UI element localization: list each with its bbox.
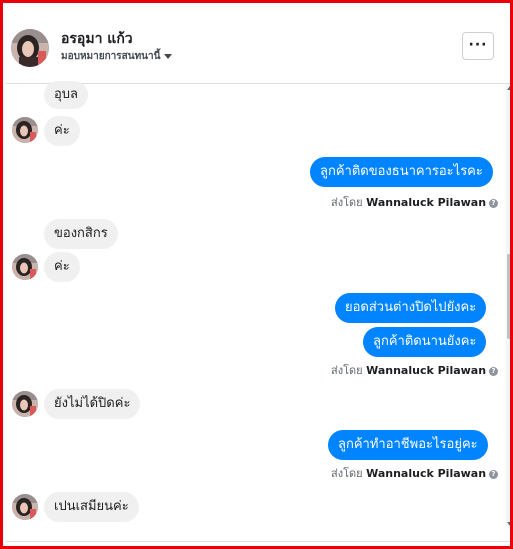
chevron-down-icon <box>164 53 173 59</box>
message-incoming: อุบล <box>44 81 89 109</box>
message-incoming: เปนเสมียนค่ะ <box>44 492 139 522</box>
avatar[interactable] <box>12 391 38 417</box>
sent-by-line: ส่งโดย Wannaluck Pilawan? <box>331 361 499 379</box>
assign-conversation-dropdown[interactable]: มอบหมายการสนทนานี้ <box>61 49 173 64</box>
sent-by-prefix: ส่งโดย <box>331 364 363 377</box>
message-incoming: ของกสิกร <box>44 219 118 249</box>
message-outgoing: ยอดส่วนต่างปิดไปยังคะ <box>335 293 487 323</box>
more-options-button[interactable]: ··· <box>462 32 494 60</box>
agent-name[interactable]: Wannaluck Pilawan <box>366 364 486 377</box>
more-horizontal-icon: ··· <box>468 37 488 53</box>
scroll-thumb[interactable] <box>507 254 510 339</box>
sent-by-line: ส่งโดย Wannaluck Pilawan? <box>331 464 499 482</box>
question-circle-icon[interactable]: ? <box>489 366 499 376</box>
avatar[interactable] <box>12 117 38 143</box>
sent-by-prefix: ส่งโดย <box>331 467 363 480</box>
agent-name[interactable]: Wannaluck Pilawan <box>366 467 486 480</box>
assign-conversation-label: มอบหมายการสนทนานี้ <box>61 51 161 62</box>
message-scrollbar[interactable] <box>506 84 510 528</box>
avatar[interactable] <box>11 29 49 67</box>
message-incoming: ค่ะ <box>44 252 80 282</box>
sent-by-line: ส่งโดย Wannaluck Pilawan? <box>331 193 499 211</box>
question-circle-icon[interactable]: ? <box>489 198 499 208</box>
question-circle-icon[interactable]: ? <box>489 469 499 479</box>
conversation-panel: อรอุมา แก้ว มอบหมายการสนทนานี้ ··· อุบล … <box>0 0 513 549</box>
message-outgoing: ลูกค้าติดของธนาคารอะไรคะ <box>310 157 493 187</box>
avatar[interactable] <box>12 254 38 280</box>
agent-name[interactable]: Wannaluck Pilawan <box>366 196 486 209</box>
scroll-down-arrow-icon[interactable] <box>507 522 510 526</box>
divider <box>6 541 510 542</box>
sent-by-prefix: ส่งโดย <box>331 196 363 209</box>
contact-name[interactable]: อรอุมา แก้ว <box>61 28 133 50</box>
message-incoming: ยังไม่ได้ปิดค่ะ <box>44 389 141 419</box>
conversation-header: อรอุมา แก้ว มอบหมายการสนทนานี้ ··· <box>6 6 510 84</box>
avatar[interactable] <box>12 494 38 520</box>
message-outgoing: ลูกค้าติดนานยังคะ <box>363 327 487 357</box>
scroll-up-arrow-icon[interactable] <box>507 86 510 90</box>
message-outgoing: ลูกค้าทำอาชีพอะไรอยู่คะ <box>328 430 488 460</box>
message-incoming: ค่ะ <box>44 116 80 146</box>
